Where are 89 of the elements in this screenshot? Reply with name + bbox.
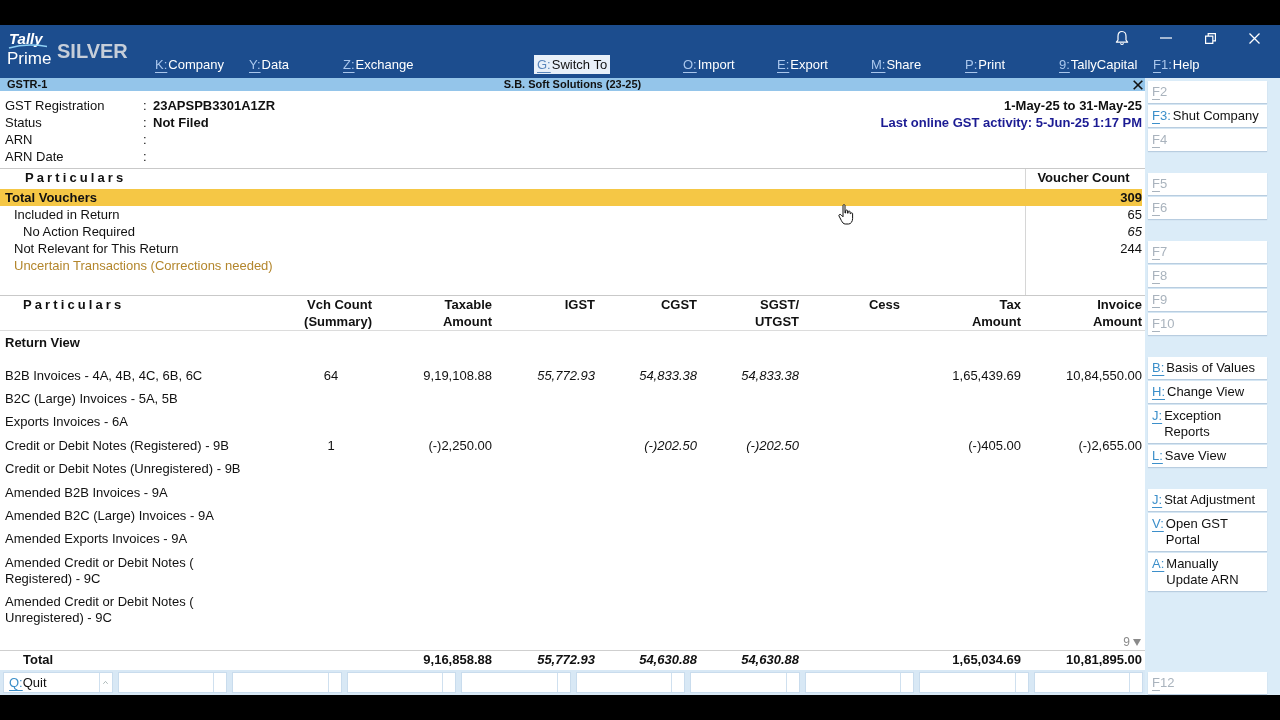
field-separator: : [143,114,148,131]
menu-item[interactable]: G:Switch To [534,55,611,74]
row-label: Amended Credit or Debit Notes ( Registered) - 9C [4,553,195,588]
column-header: Vch Count (Summary) [304,296,372,330]
field-value: Not Filed [153,114,210,131]
sidebar-button[interactable]: L:Save View [1148,445,1267,467]
menu-item[interactable]: 9:TallyCapital [1056,55,1141,74]
row-label: Amended B2C (Large) Invoices - 9A [4,506,215,525]
column-header: Taxable Amount [442,296,492,330]
table-cell-text: 64 [322,366,340,385]
field-separator: : [143,131,148,148]
menu-item[interactable]: O:Import [680,55,738,74]
section-heading: Return View [4,334,80,352]
total-label: Total [22,651,55,669]
field-label: ARN [5,131,34,148]
table-cell-text: 54,833.38 [740,366,799,385]
summary-row[interactable]: No Action Required 65 [0,223,1142,240]
edition-label: SILVER [57,41,128,61]
menu-item[interactable]: E:Export [774,55,831,74]
sidebar-button[interactable]: J:Exception Reports [1148,405,1267,443]
row-label: B2B Invoices - 4A, 4B, 4C, 6B, 6C [4,366,204,385]
table-cell-text: (-)405.00 [967,436,1021,455]
row-label: Amended B2B Invoices - 9A [4,483,169,502]
bell-icon[interactable] [1115,30,1129,46]
sidebar-button[interactable]: H:Change View [1148,381,1267,403]
table-cell-text: 55,772.93 [536,366,595,385]
hand-cursor-icon [838,204,854,225]
column-header: Voucher Count [1037,169,1130,187]
total-cell-text: 54,630.88 [740,651,799,669]
sidebar-button[interactable]: J:Stat Adjustment [1148,489,1267,511]
table-cell-text: (-)2,250.00 [427,436,492,455]
close-icon[interactable] [1133,79,1143,90]
footer-button[interactable]: Q:Quit [3,672,113,693]
menu-item[interactable]: M:Share [868,55,925,74]
field-separator: : [143,97,148,114]
total-cell-text: 1,65,034.69 [951,651,1021,669]
total-cell-text: 10,81,895.00 [1065,651,1142,669]
row-label: Credit or Debit Notes (Unregistered) - 9B [4,460,242,479]
menu-item[interactable]: Z:Exchange [340,55,417,74]
column-header: Invoice Amount [1092,296,1142,330]
summary-row[interactable]: Not Relevant for This Return 244 [0,240,1142,257]
triangle-down-icon [1133,638,1141,646]
company-name: S.B. Soft Solutions (23-25) [503,78,642,91]
row-label: Exports Invoices - 6A [4,413,129,432]
table-cell-text: 1 [326,436,336,455]
column-header: Tax Amount [971,296,1021,330]
logo-text: Prime [7,50,52,67]
total-cell-text: 9,16,858.88 [422,651,492,669]
menu-item[interactable]: Y:Data [246,55,293,74]
table-cell-text: 54,833.38 [638,366,697,385]
table-cell-text: 1,65,439.69 [951,366,1021,385]
table-cell-text: (-)2,655.00 [1077,436,1142,455]
last-activity-text: Last online GST activity: 5-Jun-25 1:17 PM [880,114,1142,131]
summary-row[interactable]: Total Vouchers 309 [0,189,1142,206]
row-label: Amended Credit or Debit Notes ( Unregistered) - 9C [4,593,195,628]
period-text: 1-May-25 to 31-May-25 [1004,97,1142,114]
table-cell-text: 9,19,108.88 [422,366,492,385]
menu-item[interactable]: K:Company [152,55,227,74]
sidebar-button[interactable]: F3:Shut Company [1148,105,1267,127]
column-header: SGST/ UTGST [754,296,799,330]
caret-up-icon [102,681,108,684]
field-value: 23APSPB3301A1ZR [153,97,276,114]
row-label: Amended Exports Invoices - 9A [4,530,189,549]
total-cell-text: 54,630.88 [638,651,697,669]
column-header: CGST [660,296,697,313]
row-label: B2C (Large) Invoices - 5A, 5B [4,390,179,409]
menu-item[interactable]: F1:Help [1150,55,1203,74]
sidebar-button[interactable]: B:Basis of Values [1148,357,1267,379]
table-cell-text: (-)202.50 [643,436,697,455]
table-cell-text: (-)202.50 [745,436,799,455]
total-cell-text: 55,772.93 [536,651,595,669]
field-label: Status [5,114,43,131]
row-count-text: 9 [1123,633,1130,651]
sidebar-button[interactable]: V:Open GST Portal [1148,513,1267,551]
table-cell-text: 10,84,550.00 [1065,366,1142,385]
restore-icon[interactable] [1204,32,1216,44]
row-label: Credit or Debit Notes (Registered) - 9B [4,436,230,455]
column-header: Particulars [22,296,125,313]
menu-item[interactable]: P:Print [962,55,1009,74]
sidebar-button[interactable]: A:Manually Update ARN [1148,553,1267,591]
field-label: GST Registration [5,97,106,114]
field-separator: : [143,148,148,165]
column-header: Cess [868,296,900,313]
column-header: IGST [564,296,595,313]
column-header: Particulars [24,169,127,187]
logo-text: Tally [8,32,43,46]
summary-row[interactable]: Included in Return 65 [0,206,1142,223]
field-label: ARN Date [5,148,65,165]
report-title: GSTR-1 [6,78,48,91]
